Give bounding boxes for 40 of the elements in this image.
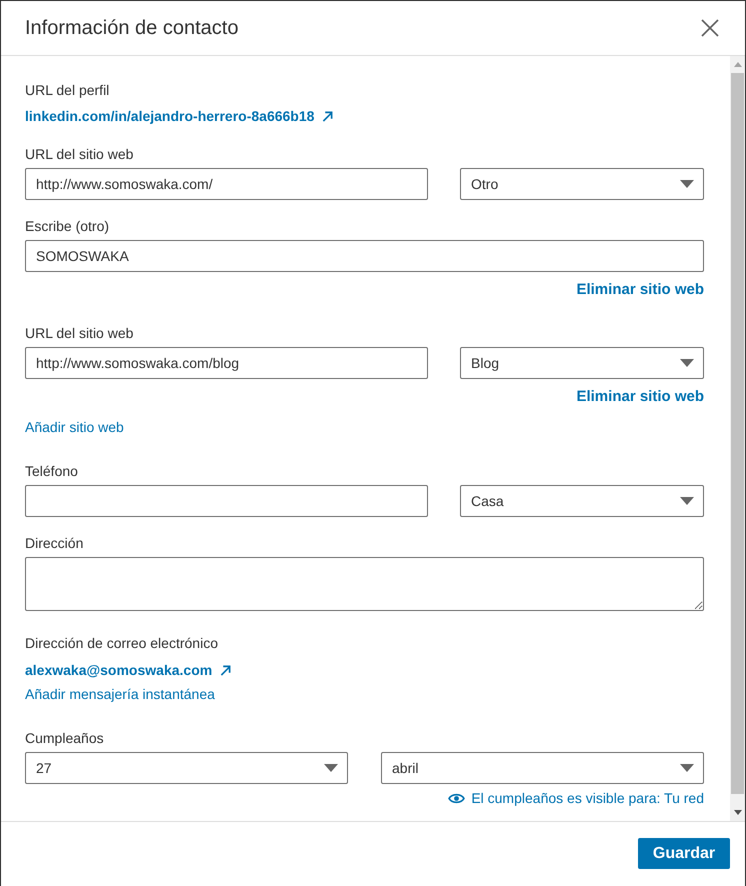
custom-label-field[interactable]: SOMOSWAKA	[25, 240, 704, 272]
close-button[interactable]	[701, 19, 719, 37]
website-url-field[interactable]: http://www.somoswaka.com/blog	[25, 347, 428, 379]
birthday-day-dropdown[interactable]: 27	[25, 752, 348, 784]
scroll-down-icon[interactable]	[734, 810, 742, 815]
caret-icon	[680, 764, 694, 772]
save-button[interactable]: Guardar	[638, 838, 730, 869]
phone-type-dropdown[interactable]: Casa	[460, 485, 704, 517]
caret-icon	[324, 764, 338, 772]
visibility-link[interactable]: El cumpleaños es visible para: Tu red	[448, 788, 704, 808]
caret-icon	[680, 359, 694, 367]
field-label: URL del perfil	[25, 81, 110, 100]
field-label: Teléfono	[25, 462, 79, 481]
diagonal-arrow-icon	[322, 110, 334, 122]
website-url-field[interactable]: http://www.somoswaka.com/	[25, 168, 428, 200]
scrollbar[interactable]	[730, 56, 745, 821]
field-label: Dirección	[25, 534, 84, 553]
scrollbar-thumb[interactable]	[731, 73, 744, 794]
address-field[interactable]	[25, 557, 704, 611]
caret-icon	[680, 497, 694, 505]
field-label: URL del sitio web	[25, 324, 134, 343]
diagonal-arrow-icon	[220, 664, 232, 676]
remove-website-link[interactable]: Eliminar sitio web	[576, 387, 704, 407]
add-messaging-link[interactable]: Añadir mensajería instantánea	[25, 684, 215, 704]
birthday-month-dropdown[interactable]: abril	[381, 752, 704, 784]
add-website-link[interactable]: Añadir sitio web	[25, 417, 124, 437]
field-label: Dirección de correo electrónico	[25, 634, 219, 653]
email-link[interactable]: alexwaka@somoswaka.com	[25, 660, 232, 680]
close-icon	[701, 19, 719, 37]
caret-icon	[680, 180, 694, 188]
field-label: Cumpleaños	[25, 729, 105, 748]
eye-icon	[448, 792, 466, 804]
field-label: URL del sitio web	[25, 145, 134, 164]
remove-website-link[interactable]: Eliminar sitio web	[576, 280, 704, 300]
dialog-title: Información de contacto	[25, 16, 238, 41]
field-label: Escribe (otro)	[25, 217, 110, 236]
website-type-dropdown[interactable]: Blog	[460, 347, 704, 379]
profile-link[interactable]: linkedin.com/in/alejandro-herrero-8a666b18	[25, 106, 334, 126]
website-type-dropdown[interactable]: Otro	[460, 168, 704, 200]
phone-field[interactable]	[25, 485, 428, 517]
